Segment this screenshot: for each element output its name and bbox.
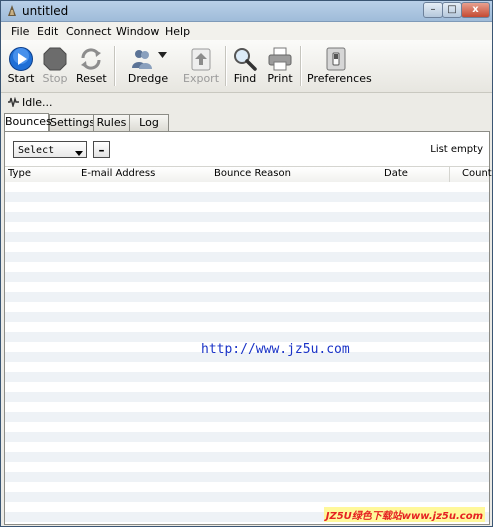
export-label: Export	[183, 72, 220, 85]
preferences-switch-icon	[326, 47, 346, 71]
export-icon	[191, 48, 211, 71]
column-divider	[449, 167, 450, 182]
reset-button[interactable]: Reset	[76, 44, 107, 90]
table-header: Type E-mail Address Bounce Reason Date C…	[5, 166, 492, 183]
start-button[interactable]: Start	[7, 44, 35, 90]
print-label: Print	[267, 72, 293, 85]
toolbar-separator	[225, 46, 227, 86]
dredge-button[interactable]: Dredge	[127, 44, 169, 90]
status-bar: Idle...	[1, 93, 492, 111]
activity-indicator-icon	[8, 97, 19, 107]
toolbar-separator	[300, 46, 302, 86]
column-email-address[interactable]: E-mail Address	[81, 168, 155, 179]
chevron-down-icon	[75, 151, 83, 156]
refresh-icon	[81, 48, 101, 70]
minimize-button[interactable]: –	[423, 2, 443, 18]
tab-log[interactable]: Log	[129, 114, 169, 131]
printer-icon	[268, 47, 292, 71]
remove-button[interactable]: –	[93, 141, 110, 158]
status-text: Idle...	[22, 96, 53, 109]
tab-rules[interactable]: Rules	[93, 114, 130, 131]
column-date[interactable]: Date	[384, 168, 408, 179]
menu-window[interactable]: Window	[116, 25, 159, 38]
filter-select-value: Select	[18, 145, 55, 156]
bounce-list[interactable]: http://www.jz5u.com	[5, 182, 489, 524]
close-button[interactable]: x	[461, 2, 490, 18]
menu-connect[interactable]: Connect	[66, 25, 111, 38]
start-label: Start	[7, 72, 35, 85]
column-bounce-reason[interactable]: Bounce Reason	[214, 168, 291, 179]
menu-help[interactable]: Help	[165, 25, 190, 38]
watermark-url: http://www.jz5u.com	[201, 342, 350, 357]
list-status: List empty	[430, 144, 483, 155]
chevron-down-icon[interactable]	[158, 52, 167, 58]
menu-bar: File Edit Connect Window Help	[1, 22, 492, 40]
dredge-users-icon	[132, 50, 152, 69]
reset-label: Reset	[76, 72, 107, 85]
menu-file[interactable]: File	[11, 25, 29, 38]
filter-select[interactable]: Select	[13, 141, 87, 158]
bounces-panel: Select – List empty Type E-mail Address …	[4, 131, 492, 525]
play-icon	[9, 47, 33, 71]
export-button[interactable]: Export	[183, 44, 219, 90]
preferences-button[interactable]: Preferences	[307, 44, 372, 90]
stop-label: Stop	[42, 72, 68, 85]
find-label: Find	[233, 72, 257, 85]
app-window: untitled – □ x File Edit Connect Window …	[0, 0, 493, 527]
title-bar: untitled – □ x	[1, 1, 492, 22]
print-button[interactable]: Print	[266, 44, 294, 90]
maximize-button[interactable]: □	[442, 2, 462, 18]
column-count[interactable]: Count	[462, 168, 492, 179]
toolbar: Start Stop Reset Dredge Export Find Prin…	[1, 40, 492, 93]
app-icon	[8, 5, 16, 16]
find-button[interactable]: Find	[232, 44, 258, 90]
tab-bounces[interactable]: Bounces	[4, 113, 52, 131]
toolbar-separator	[114, 46, 116, 86]
dredge-label: Dredge	[127, 72, 169, 85]
column-type[interactable]: Type	[8, 168, 31, 179]
window-title: untitled	[22, 4, 69, 18]
preferences-label: Preferences	[307, 72, 372, 85]
magnifier-icon	[234, 48, 257, 71]
menu-edit[interactable]: Edit	[37, 25, 58, 38]
watermark-footer: JZ5U绿色下载站www.jz5u.com	[323, 507, 485, 522]
stop-icon	[43, 47, 67, 71]
tab-settings[interactable]: Settings	[49, 114, 95, 131]
stop-button[interactable]: Stop	[41, 44, 69, 90]
